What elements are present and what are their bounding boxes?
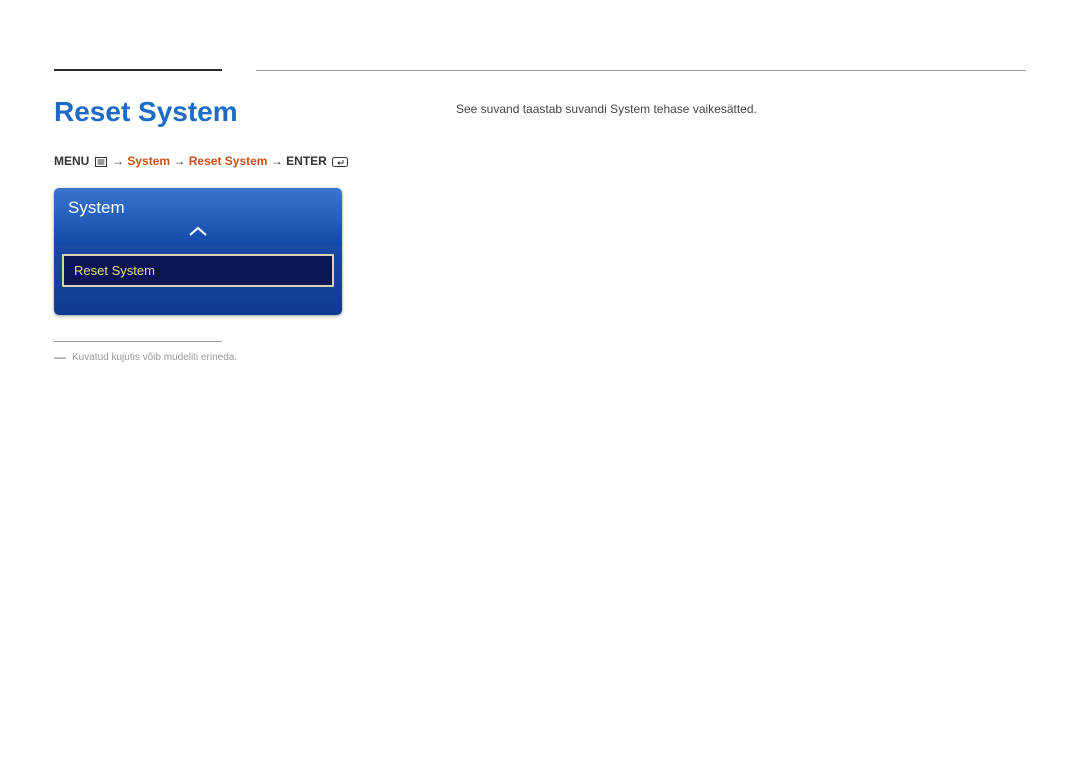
menu-icon: [95, 156, 107, 170]
panel-body: Reset System: [54, 246, 342, 315]
footnote-text: Kuvatud kujutis võib mudeliti erineda.: [72, 352, 237, 363]
panel-header-title: System: [68, 198, 328, 218]
section-top-rule: [256, 70, 1026, 71]
panel-header: System: [54, 188, 342, 246]
section-short-rule: [54, 69, 222, 71]
breadcrumb-separator: →: [112, 154, 124, 168]
enter-icon: [332, 156, 348, 170]
description-text: See suvand taastab suvandi System tehase…: [456, 102, 1026, 116]
chevron-up-icon[interactable]: [186, 224, 210, 242]
breadcrumb-separator: →: [173, 154, 185, 168]
breadcrumb-separator: →: [271, 154, 283, 168]
page-title: Reset System: [54, 96, 424, 128]
breadcrumb-enter: ENTER: [286, 154, 327, 168]
footnote: ― Kuvatud kujutis võib mudeliti erineda.: [54, 350, 424, 364]
system-panel: System Reset System: [54, 188, 342, 315]
footnote-dash-icon: ―: [54, 350, 66, 364]
footnote-divider: [54, 341, 222, 342]
breadcrumb-menu: MENU: [54, 154, 89, 168]
breadcrumb-reset-system: Reset System: [189, 154, 268, 168]
menu-item-reset-system[interactable]: Reset System: [62, 254, 334, 287]
breadcrumb-system: System: [127, 154, 170, 168]
breadcrumb: MENU → System → Reset System → ENTER: [54, 154, 424, 170]
